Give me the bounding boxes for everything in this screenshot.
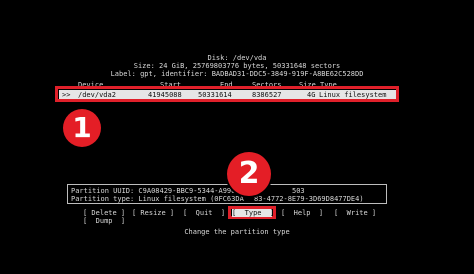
step-badge-2: 2 [227,152,271,196]
help-button[interactable]: [ Help ] [281,209,323,217]
dump-button[interactable]: [ Dump ] [83,217,125,225]
partition-info-box: Partition UUID: C9A08429-BBC9-5344-A996 … [67,184,387,204]
partition-type-info: Partition type: Linux filesystem (0FC63D… [71,195,244,203]
quit-button[interactable]: [ Quit ] [183,209,225,217]
resize-button[interactable]: [ Resize ] [132,209,174,217]
disk-size-info: Size: 24 GiB, 25769803776 bytes, 5033164… [133,62,341,70]
delete-button[interactable]: [ Delete ] [83,209,125,217]
disk-label-info: Label: gpt, identifier: BADBAD31-DDC5-38… [110,70,364,78]
action-hint: Change the partition type [184,228,290,236]
row-highlight-outline [55,86,399,102]
type-button[interactable]: [ Type ] [232,209,274,217]
partition-type-guid-tail: 83-4772-8E79-3D69D8477DE4) [254,195,364,203]
partition-uuid: Partition UUID: C9A08429-BBC9-5344-A996 [71,187,236,195]
partition-uuid-tail: 503 [292,187,305,195]
write-button[interactable]: [ Write ] [334,209,376,217]
disk-title: Disk: /dev/vda [207,54,267,62]
step-badge-1: 1 [63,109,101,147]
